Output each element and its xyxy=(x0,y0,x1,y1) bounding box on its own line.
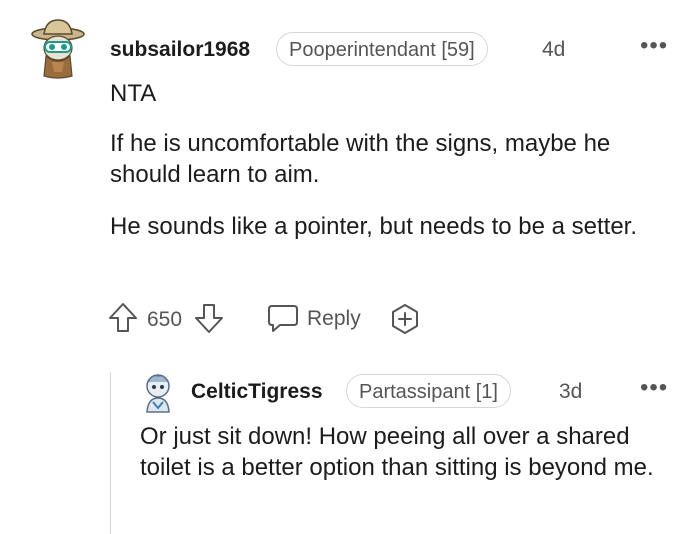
vote-count: 650 xyxy=(147,308,183,331)
reply-text: Or just sit down! How peeing all over a … xyxy=(140,423,654,481)
reply-more-options-icon[interactable]: ••• xyxy=(640,376,668,400)
comment-username[interactable]: subsailor1968 xyxy=(110,38,250,62)
user-flair: Pooperintendant [59] xyxy=(276,32,488,66)
reply-username[interactable]: CelticTigress xyxy=(191,380,323,404)
avatar-subsailor1968[interactable] xyxy=(30,18,86,80)
award-icon[interactable] xyxy=(388,302,422,336)
reply-button[interactable]: Reply xyxy=(307,307,361,331)
comment-timestamp[interactable]: 4d xyxy=(542,38,565,62)
comment-paragraph-3: He sounds like a pointer, but needs to b… xyxy=(110,213,638,240)
more-options-icon[interactable]: ••• xyxy=(640,34,668,58)
reply-timestamp[interactable]: 3d xyxy=(559,380,582,404)
reply-user-flair: Partassipant [1] xyxy=(346,374,511,408)
avatar-celtictigress[interactable] xyxy=(138,372,178,414)
comment-paragraph-2: If he is uncomfortable with the signs, m… xyxy=(110,130,611,188)
thread-line[interactable] xyxy=(110,372,111,534)
reply-icon[interactable] xyxy=(266,302,300,334)
upvote-icon[interactable] xyxy=(108,302,138,334)
comment-paragraph-1: NTA xyxy=(110,80,157,107)
downvote-icon[interactable] xyxy=(194,302,224,334)
